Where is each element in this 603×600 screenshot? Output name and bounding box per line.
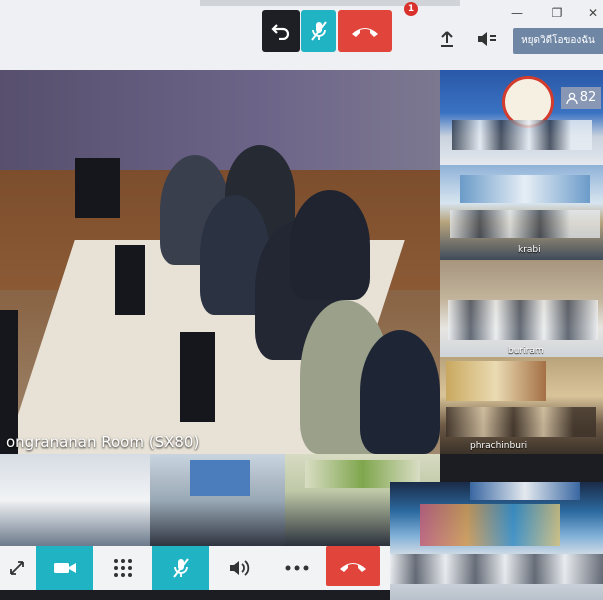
main-video[interactable] bbox=[0, 70, 440, 454]
notification-badge: 1 bbox=[404, 2, 418, 16]
mute-microphone-button[interactable] bbox=[301, 10, 336, 52]
restore-button[interactable]: ❐ bbox=[544, 6, 570, 20]
more-options-button[interactable] bbox=[268, 546, 325, 590]
volume-button[interactable] bbox=[210, 546, 267, 590]
keypad-button[interactable] bbox=[94, 546, 151, 590]
video-scene-screen bbox=[420, 504, 560, 546]
speaker-settings-icon bbox=[478, 32, 496, 46]
video-participants-row bbox=[390, 554, 603, 584]
upload-arrow-icon bbox=[441, 31, 453, 47]
top-bar: 1 — ❐ ✕ หยุดวิดีโอของฉัน bbox=[0, 0, 603, 70]
participant-tile[interactable] bbox=[0, 454, 150, 546]
video-participants-row bbox=[452, 120, 592, 150]
hang-up-phone-icon bbox=[352, 28, 378, 37]
video-scene-banner bbox=[460, 175, 590, 203]
speaker-volume-icon bbox=[229, 560, 249, 576]
participant-tile[interactable] bbox=[150, 454, 285, 546]
participant-count-value: 82 bbox=[579, 90, 597, 105]
participant-tile[interactable]: krabi bbox=[440, 165, 603, 260]
end-call-bottom-button[interactable] bbox=[326, 546, 380, 586]
video-participant bbox=[290, 190, 370, 300]
video-participants-row bbox=[450, 210, 600, 238]
hang-up-phone-icon bbox=[340, 563, 366, 572]
participant-count[interactable]: 82 bbox=[561, 87, 601, 109]
tile-label: buriram bbox=[508, 346, 544, 356]
title-strip bbox=[200, 0, 460, 6]
end-call-button[interactable] bbox=[338, 10, 392, 52]
minimize-button[interactable]: — bbox=[504, 6, 530, 20]
back-button[interactable] bbox=[262, 10, 300, 52]
video-participants-row bbox=[448, 300, 598, 340]
share-button[interactable] bbox=[434, 26, 460, 52]
video-participant bbox=[360, 330, 440, 454]
fullscreen-button[interactable] bbox=[0, 546, 34, 590]
room-name-label: ongrananan Room (SX80) bbox=[6, 433, 200, 451]
participant-tile[interactable] bbox=[440, 70, 603, 165]
mic-muted-icon bbox=[172, 558, 189, 578]
video-scene-poster bbox=[446, 361, 546, 401]
video-scene-wall bbox=[0, 70, 440, 170]
tile-label: phrachinburi bbox=[470, 441, 528, 451]
participant-tile[interactable]: phrachinburi bbox=[440, 357, 603, 454]
microphone-toggle-button[interactable] bbox=[152, 546, 209, 590]
video-scene-banner bbox=[470, 482, 580, 500]
camera-toggle-button[interactable] bbox=[36, 546, 93, 590]
person-icon bbox=[566, 92, 578, 104]
participant-tile[interactable]: buriram bbox=[440, 260, 603, 357]
bottom-video-strip bbox=[0, 454, 440, 546]
mic-muted-icon bbox=[310, 21, 327, 41]
video-camera-icon bbox=[53, 563, 76, 573]
tile-label: krabi bbox=[518, 245, 541, 255]
undo-arrow-icon bbox=[271, 24, 290, 40]
audio-output-button[interactable] bbox=[474, 26, 500, 52]
close-window-button[interactable]: ✕ bbox=[580, 6, 603, 20]
video-scene-poster bbox=[190, 460, 250, 496]
dialpad-icon bbox=[113, 559, 132, 577]
video-scene-monitor bbox=[75, 158, 120, 218]
video-participants-row bbox=[446, 407, 596, 437]
participant-tile[interactable] bbox=[390, 482, 603, 600]
more-dots-icon bbox=[285, 565, 308, 571]
video-scene-monitor bbox=[180, 332, 215, 422]
stop-my-video-button[interactable]: หยุดวิดีโอของฉัน bbox=[513, 28, 603, 54]
video-scene-monitor bbox=[115, 245, 145, 315]
expand-arrows-icon bbox=[10, 561, 24, 575]
